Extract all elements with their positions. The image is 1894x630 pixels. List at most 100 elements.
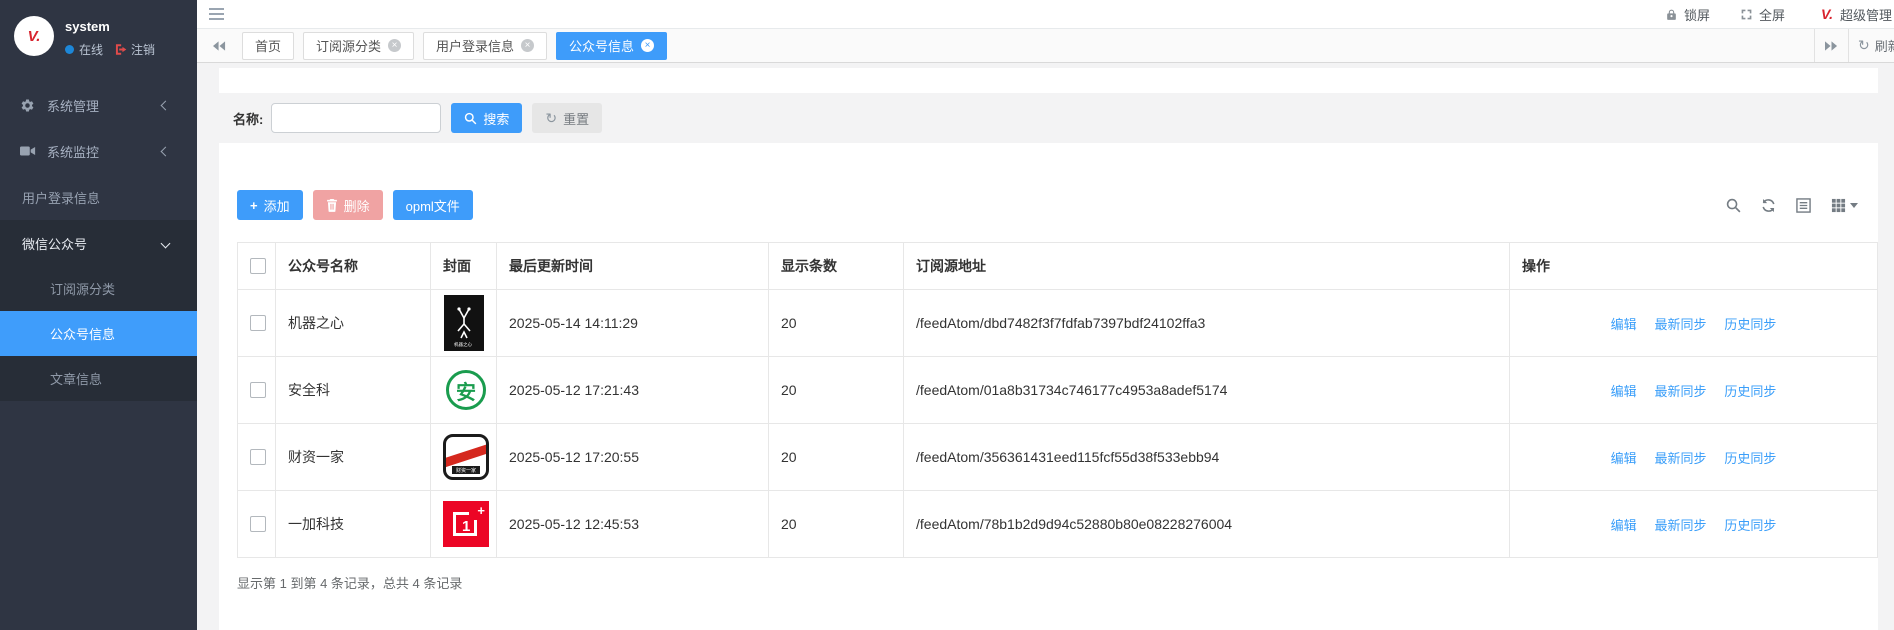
select-all-checkbox[interactable] <box>250 258 266 274</box>
latest-sync-link[interactable]: 最新同步 <box>1654 451 1706 466</box>
hamburger-menu-icon[interactable] <box>209 4 235 24</box>
search-form: 名称: 搜索 ↻ 重置 <box>219 93 1878 143</box>
tabbar: 首页 订阅源分类 × 用户登录信息 × 公众号信息 × ↻ 刷新 <box>197 28 1894 63</box>
add-button-label: 添加 <box>264 196 290 215</box>
tab-close-icon[interactable]: × <box>641 39 654 52</box>
table-row: 一加科技 1 + 2025-05-12 12:45:53 20 /feedAto… <box>238 491 1878 558</box>
logout-link[interactable]: 注销 <box>114 41 155 58</box>
table-refresh-button[interactable] <box>1761 198 1776 213</box>
sidebar-item-user-login-info[interactable]: 用户登录信息 <box>0 174 197 220</box>
reset-refresh-icon: ↻ <box>545 110 557 127</box>
table-row: 机器之心 机器之心 <box>238 290 1878 357</box>
sidebar-label-article-info: 文章信息 <box>50 369 102 388</box>
search-icon <box>464 112 477 125</box>
avatar[interactable]: V. <box>14 16 54 56</box>
tab-label: 公众号信息 <box>569 36 634 55</box>
history-sync-link[interactable]: 历史同步 <box>1724 384 1776 399</box>
cover-image-caizi: 财资一家 <box>443 434 489 480</box>
header-actions: 操作 <box>1510 243 1878 290</box>
row-checkbox[interactable] <box>250 449 266 465</box>
sidebar-label-feed-category: 订阅源分类 <box>50 279 115 298</box>
display-count: 20 <box>769 424 904 491</box>
card-view-toggle-button[interactable] <box>1796 198 1811 213</box>
row-checkbox[interactable] <box>250 382 266 398</box>
plus-icon: + <box>250 198 258 213</box>
sidebar-item-system-monitor[interactable]: 系统监控 <box>0 128 197 174</box>
tab-user-login-info[interactable]: 用户登录信息 × <box>423 32 547 60</box>
row-checkbox[interactable] <box>250 516 266 532</box>
edit-link[interactable]: 编辑 <box>1611 451 1637 466</box>
table-header-row: 公众号名称 封面 最后更新时间 显示条数 订阅源地址 操作 <box>238 243 1878 290</box>
row-checkbox[interactable] <box>250 315 266 331</box>
opml-button-label: opml文件 <box>406 196 460 215</box>
sidebar-label-account-info: 公众号信息 <box>50 324 115 343</box>
latest-sync-link[interactable]: 最新同步 <box>1654 384 1706 399</box>
feed-url: /feedAtom/dbd7482f3f7fdfab7397bdf24102ff… <box>904 290 1510 357</box>
history-sync-link[interactable]: 历史同步 <box>1724 451 1776 466</box>
user-panel: V. system 在线 注销 <box>0 0 197 74</box>
reset-button[interactable]: ↻ 重置 <box>532 103 602 133</box>
logout-label: 注销 <box>131 41 155 58</box>
page-content: 名称: 搜索 ↻ 重置 + 添加 <box>197 63 1894 630</box>
sidebar-item-feed-category[interactable]: 订阅源分类 <box>0 266 197 311</box>
lock-icon <box>1665 8 1678 21</box>
edit-link[interactable]: 编辑 <box>1611 384 1637 399</box>
sidebar-label-user-login-info: 用户登录信息 <box>22 188 100 207</box>
history-sync-link[interactable]: 历史同步 <box>1724 518 1776 533</box>
edit-link[interactable]: 编辑 <box>1611 518 1637 533</box>
columns-dropdown-button[interactable] <box>1831 198 1858 213</box>
brand-logo: V. <box>28 28 41 45</box>
add-button[interactable]: + 添加 <box>237 190 303 220</box>
table-toolbar: + 添加 删除 opml文件 <box>237 190 1876 220</box>
table-search-toggle-button[interactable] <box>1726 198 1741 213</box>
header-name: 公众号名称 <box>276 243 431 290</box>
cover-image-jiqizhixin: 机器之心 <box>444 295 484 351</box>
search-button[interactable]: 搜索 <box>451 103 522 133</box>
tab-refresh-button[interactable]: ↻ 刷新 <box>1848 29 1894 62</box>
tab-feed-category[interactable]: 订阅源分类 × <box>303 32 414 60</box>
account-name: 安全科 <box>276 357 431 424</box>
feed-url: /feedAtom/356361431eed115fcf55d38f533ebb… <box>904 424 1510 491</box>
sidebar-item-system-manage[interactable]: 系统管理 <box>0 82 197 128</box>
cover-image-anquanke: 安 <box>443 367 489 413</box>
header-cover: 封面 <box>431 243 497 290</box>
latest-sync-link[interactable]: 最新同步 <box>1654 317 1706 332</box>
lock-screen-label: 锁屏 <box>1684 5 1710 24</box>
user-role-dropdown[interactable]: 超级管理 <box>1840 5 1892 24</box>
name-search-input[interactable] <box>271 103 441 133</box>
latest-sync-link[interactable]: 最新同步 <box>1654 518 1706 533</box>
tab-home[interactable]: 首页 <box>242 32 294 60</box>
tab-account-info[interactable]: 公众号信息 × <box>556 32 667 60</box>
display-count: 20 <box>769 290 904 357</box>
content-card: 名称: 搜索 ↻ 重置 + 添加 <box>219 68 1878 630</box>
sidebar-label-system-manage: 系统管理 <box>47 96 99 115</box>
updated-time: 2025-05-14 14:11:29 <box>497 290 769 357</box>
sidebar-item-article-info[interactable]: 文章信息 <box>0 356 197 401</box>
header-feed-url: 订阅源地址 <box>904 243 1510 290</box>
sidebar-item-account-info[interactable]: 公众号信息 <box>0 311 197 356</box>
cover-caption: 财资一家 <box>452 466 480 474</box>
tabs-scroll-right-button[interactable] <box>1814 29 1848 62</box>
columns-grid-icon <box>1831 198 1846 213</box>
red-swoosh <box>443 443 489 467</box>
sign-out-icon <box>114 43 127 56</box>
chevron-down-icon <box>161 238 171 248</box>
refresh-icon <box>1761 198 1776 213</box>
account-name: 财资一家 <box>276 424 431 491</box>
account-name: 一加科技 <box>276 491 431 558</box>
display-count: 20 <box>769 491 904 558</box>
refresh-icon: ↻ <box>1858 37 1870 54</box>
tab-close-icon[interactable]: × <box>388 39 401 52</box>
name-field-label: 名称: <box>233 109 263 128</box>
video-camera-icon <box>20 145 37 157</box>
sidebar-item-wechat[interactable]: 微信公众号 <box>0 220 197 266</box>
tab-close-icon[interactable]: × <box>521 39 534 52</box>
edit-link[interactable]: 编辑 <box>1611 317 1637 332</box>
tabs-scroll-left-button[interactable] <box>205 33 233 59</box>
lock-screen-button[interactable]: 锁屏 <box>1665 5 1710 24</box>
opml-file-button[interactable]: opml文件 <box>393 190 473 220</box>
delete-button[interactable]: 删除 <box>313 190 383 220</box>
fullscreen-label: 全屏 <box>1759 5 1785 24</box>
fullscreen-button[interactable]: 全屏 <box>1740 5 1785 24</box>
history-sync-link[interactable]: 历史同步 <box>1724 317 1776 332</box>
